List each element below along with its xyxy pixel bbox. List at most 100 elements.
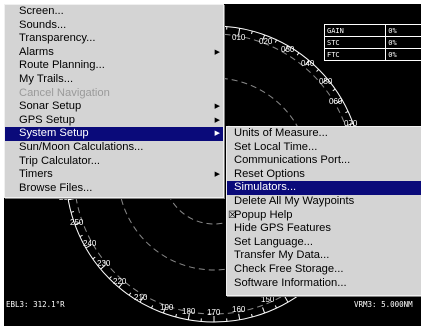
menu-item-label: System Setup: [19, 127, 89, 140]
menu-item-label: Timers: [19, 168, 53, 181]
menu-item-route-planning[interactable]: Route Planning...: [5, 59, 223, 73]
submenu-arrow-icon: ▶: [214, 48, 220, 56]
menu-item-label: Route Planning...: [19, 59, 105, 72]
submenu-item-label: Check Free Storage...: [234, 262, 344, 275]
tick-mark: [251, 313, 253, 318]
submenu-item-check-free-storage[interactable]: Check Free Storage...: [227, 263, 421, 277]
submenu-item-label: Units of Measure...: [234, 127, 328, 139]
stc-value: 0%: [385, 36, 421, 49]
tick-mark: [274, 39, 278, 43]
tick-mark: [251, 30, 253, 35]
menu-item-timers[interactable]: Timers ▶: [5, 168, 223, 182]
checkbox-checked-icon: ☒: [228, 209, 237, 221]
submenu-item-simulators[interactable]: Simulators...: [227, 181, 421, 195]
submenu-item-label: Simulators...: [234, 181, 297, 194]
menu-item-sonar-setup[interactable]: Sonar Setup ▶: [5, 100, 223, 114]
submenu-item-communications-port[interactable]: Communications Port...: [227, 154, 421, 168]
tick-mark: [262, 307, 266, 314]
bearing-label: 240: [83, 239, 97, 248]
bearing-label: 050: [319, 77, 333, 86]
menu-item-sounds[interactable]: Sounds...: [5, 19, 223, 33]
menu-item-label: Browse Files...: [19, 181, 93, 194]
submenu-item-label: Hide GPS Features: [234, 222, 332, 235]
submenu-item-label: Popup Help: [234, 208, 293, 221]
menu-item-label: Sonar Setup: [19, 100, 82, 113]
tick-mark: [284, 296, 289, 303]
menu-item-transparency[interactable]: Transparency...: [5, 32, 223, 46]
submenu-item-label: Delete All My Waypoints: [234, 194, 355, 207]
tick-mark: [150, 305, 154, 309]
menu-item-label: Alarms: [19, 45, 54, 58]
bearing-label: 230: [97, 259, 111, 268]
bearing-label: 040: [301, 59, 315, 68]
gain-value: 0%: [385, 24, 421, 37]
tick-mark: [238, 313, 241, 320]
main-menu: Screen... Sounds... Transparency... Alarms ▶…: [4, 4, 224, 198]
menu-item-alarms[interactable]: Alarms ▶: [5, 46, 223, 60]
menu-item-label: Sounds...: [19, 18, 67, 31]
tick-mark: [316, 68, 320, 72]
tick-mark: [108, 276, 112, 280]
bearing-label: 220: [113, 277, 127, 286]
bearing-label: 190: [160, 303, 174, 312]
menu-item-label: Cancel Navigation: [19, 86, 110, 99]
system-setup-submenu: Units of Measure... Set Local Time... Comm…: [226, 126, 421, 296]
bearing-label: 250: [70, 218, 84, 227]
bearing-label: 170: [207, 308, 221, 317]
submenu-item-popup-help[interactable]: ☒ Popup Help: [227, 209, 421, 223]
submenu-item-delete-all-my-waypoints[interactable]: Delete All My Waypoints: [227, 195, 421, 209]
tick-mark: [332, 88, 336, 92]
menu-item-my-trails[interactable]: My Trails...: [5, 73, 223, 87]
menu-item-sun-moon-calculations[interactable]: Sun/Moon Calculations...: [5, 141, 223, 155]
submenu-arrow-icon: ▶: [214, 130, 220, 138]
submenu-item-label: Transfer My Data...: [234, 249, 330, 262]
tick-mark: [92, 256, 96, 260]
bearing-label: 150: [261, 295, 275, 304]
submenu-item-hide-gps-features[interactable]: Hide GPS Features: [227, 222, 421, 236]
submenu-arrow-icon: ▶: [214, 103, 220, 111]
bearing-label: 160: [232, 305, 246, 314]
ftc-value: 0%: [385, 48, 421, 61]
vrm-readout: VRM3: 5.000NM: [354, 300, 413, 309]
menu-item-gps-setup[interactable]: GPS Setup ▶: [5, 114, 223, 128]
ftc-label: FTC: [323, 48, 387, 61]
menu-item-label: GPS Setup: [19, 113, 75, 126]
bearing-label: 180: [182, 307, 196, 316]
submenu-item-label: Software Information...: [234, 276, 347, 289]
ebl-readout: EBL3: 312.1°R: [6, 300, 65, 309]
tick-mark: [345, 110, 349, 114]
menu-item-screen[interactable]: Screen...: [5, 5, 223, 19]
gain-stc-ftc-table: GAIN 0% STC 0% FTC 0%: [323, 24, 421, 61]
bearing-label: 030: [281, 45, 295, 54]
tick-mark: [128, 292, 132, 296]
submenu-item-set-language[interactable]: Set Language...: [227, 236, 421, 250]
menu-item-browse-files[interactable]: Browse Files...: [5, 182, 223, 196]
submenu-arrow-icon: ▶: [214, 171, 220, 179]
bearing-label: 010: [232, 33, 246, 42]
tick-mark: [296, 52, 300, 56]
tick-mark: [274, 305, 278, 309]
menu-item-label: Transparency...: [19, 32, 96, 45]
tick-mark: [79, 234, 83, 238]
submenu-item-transfer-my-data[interactable]: Transfer My Data...: [227, 249, 421, 263]
submenu-item-software-information[interactable]: Software Information...: [227, 277, 421, 291]
bearing-label: 060: [329, 97, 343, 106]
menu-item-label: Sun/Moon Calculations...: [19, 140, 144, 153]
submenu-item-set-local-time[interactable]: Set Local Time...: [227, 141, 421, 155]
bearing-label: 210: [134, 293, 148, 302]
menu-item-label: My Trails...: [19, 72, 74, 85]
menu-item-system-setup[interactable]: System Setup ▶: [5, 127, 223, 141]
submenu-arrow-icon: ▶: [214, 116, 220, 124]
menu-item-cancel-navigation: Cancel Navigation: [5, 87, 223, 101]
submenu-item-reset-options[interactable]: Reset Options: [227, 168, 421, 182]
submenu-item-label: Communications Port...: [234, 154, 351, 167]
bearing-label: 020: [259, 37, 273, 46]
menu-item-label: Trip Calculator...: [19, 154, 101, 167]
submenu-item-units-of-measure[interactable]: Units of Measure...: [227, 127, 421, 141]
menu-item-label: Screen...: [19, 5, 64, 17]
submenu-item-label: Set Local Time...: [234, 140, 318, 153]
tick-mark: [70, 211, 75, 213]
submenu-item-label: Reset Options: [234, 167, 305, 180]
menu-item-trip-calculator[interactable]: Trip Calculator...: [5, 155, 223, 169]
gain-label: GAIN: [323, 24, 387, 37]
